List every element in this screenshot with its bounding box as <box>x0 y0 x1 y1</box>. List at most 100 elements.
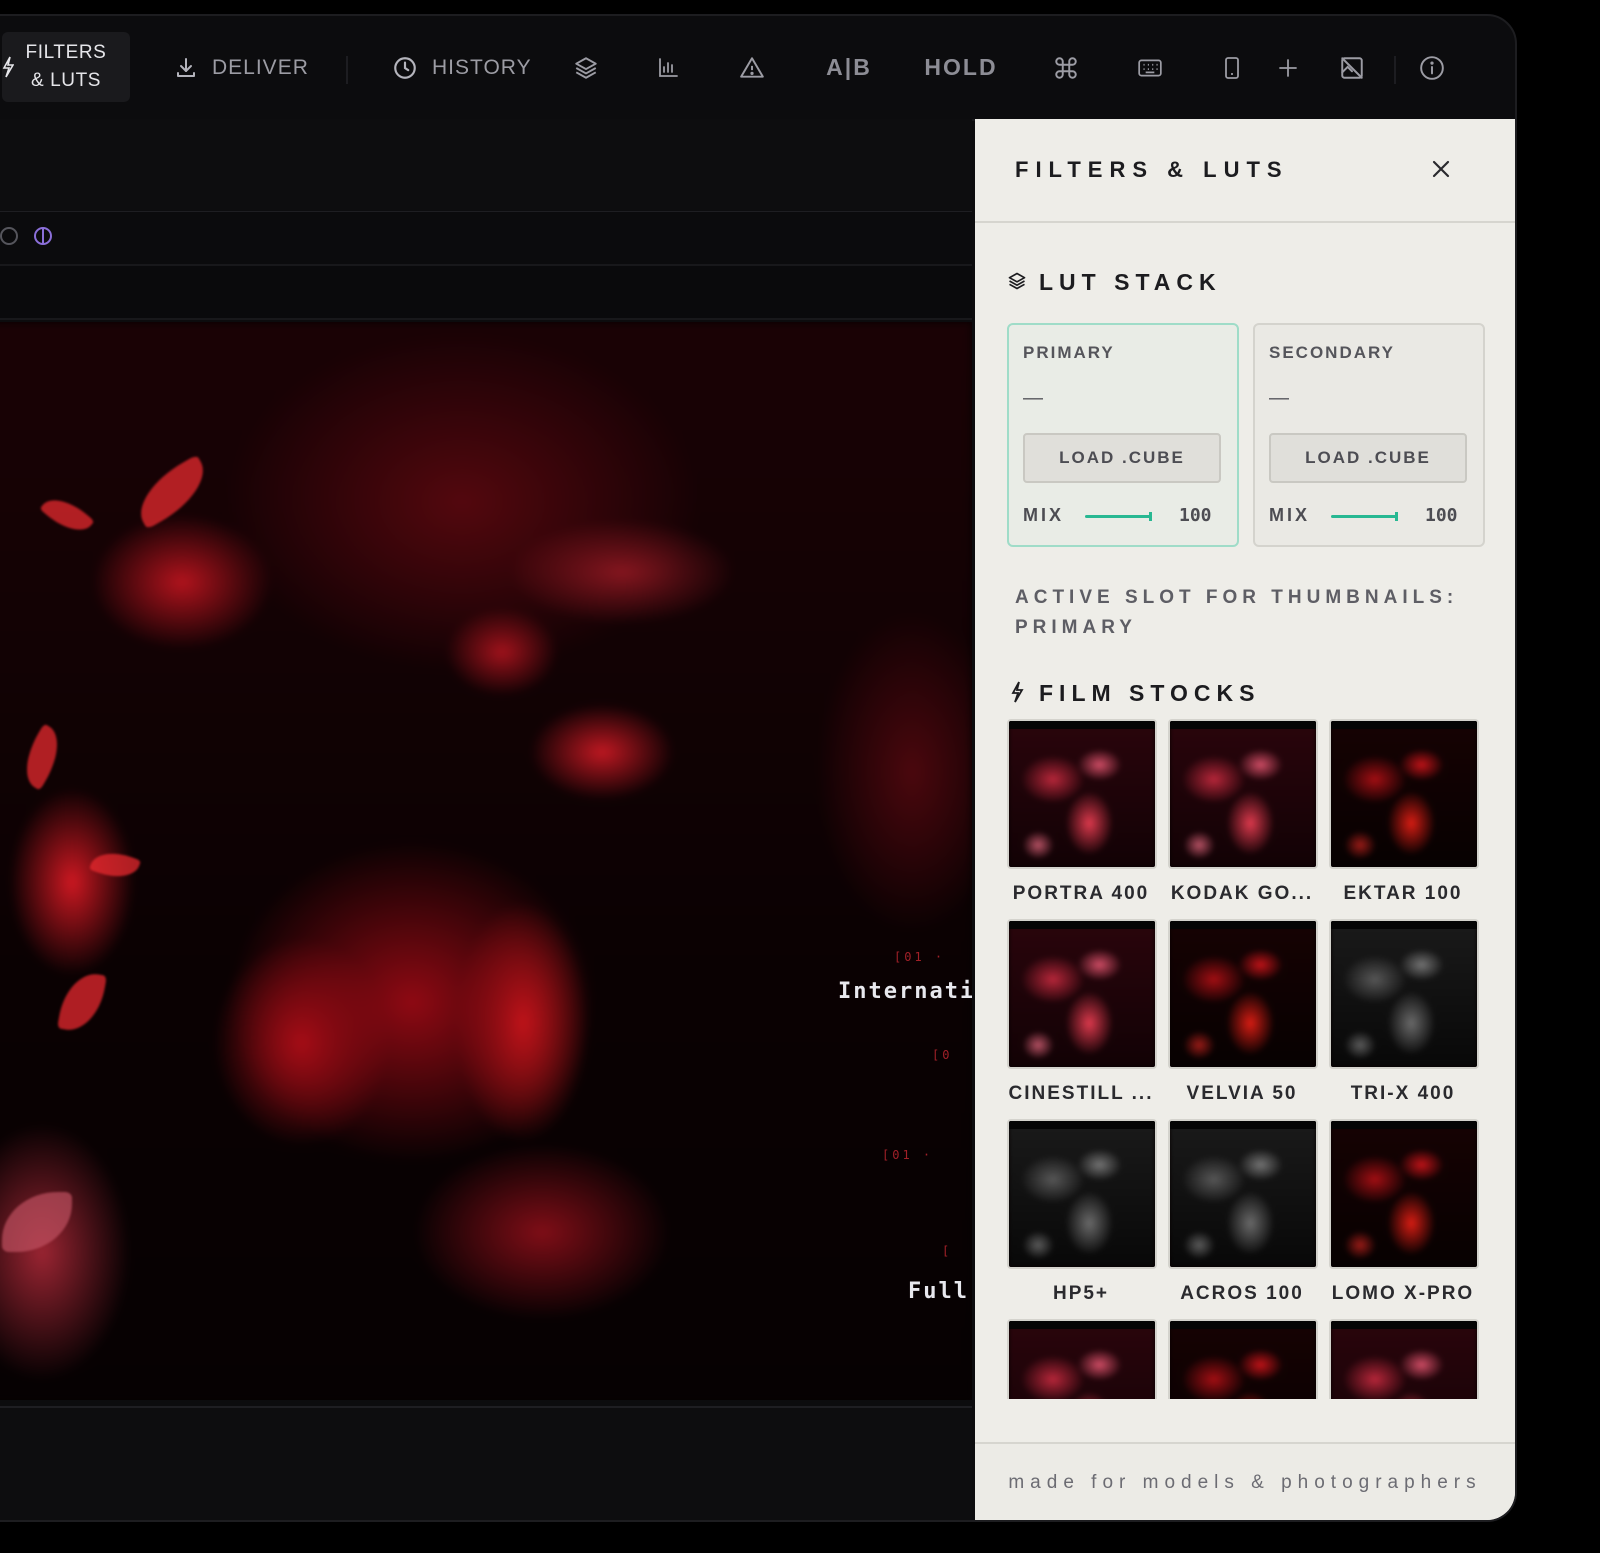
film-stock-thumbnail[interactable] <box>1007 919 1157 1069</box>
filters-label-line1: FILTERS <box>25 42 107 63</box>
thumbnail-top-bar <box>1009 721 1155 729</box>
thumbnail-top-bar <box>1170 1321 1316 1329</box>
add-button[interactable] <box>1268 16 1308 119</box>
info-strip <box>0 266 972 320</box>
info-icon <box>1420 55 1444 80</box>
slider-handle[interactable] <box>1395 512 1398 521</box>
film-stock-label: VELVIA 50 <box>1186 1083 1298 1104</box>
panel-title: FILTERS & LUTS <box>1015 157 1289 182</box>
thumbnail-top-bar <box>1009 1121 1155 1129</box>
hide-image-button[interactable] <box>1332 16 1372 119</box>
thumbnail-top-bar <box>1170 1121 1316 1129</box>
slot-lut-name: — <box>1023 387 1043 409</box>
thumbnail-top-bar <box>1331 921 1477 929</box>
thumbnail-image <box>1331 921 1477 1067</box>
film-stock-tile[interactable]: TRI-X 400 <box>1329 919 1479 1105</box>
hold-button[interactable]: HOLD <box>916 16 1006 119</box>
primary-slot[interactable]: PRIMARY — LOAD .CUBE MIX 100 <box>1007 323 1239 547</box>
slot-label: PRIMARY <box>1023 343 1115 362</box>
mix-slider-secondary[interactable] <box>1331 512 1398 521</box>
load-cube-button-primary[interactable]: LOAD .CUBE <box>1023 433 1221 483</box>
command-icon <box>1055 56 1077 79</box>
film-stock-thumbnail[interactable] <box>1007 1119 1157 1269</box>
top-toolbar: FILTERS & LUTS DELIVER HISTORY A|B HOLD <box>0 16 1515 121</box>
film-stock-label: PORTRA 400 <box>1012 883 1150 904</box>
keyboard-button[interactable] <box>1130 16 1170 119</box>
image-off-icon <box>1341 56 1363 79</box>
mix-value: 100 <box>1425 505 1458 526</box>
thumbnail-top-bar <box>1331 1321 1477 1329</box>
film-stock-thumbnail[interactable] <box>1329 1119 1479 1269</box>
thumbnail-top-bar <box>1331 1121 1477 1129</box>
secondary-toolbar <box>0 119 972 213</box>
film-stock-label: CINESTILL ... <box>1008 1083 1154 1104</box>
circle-tool-icon[interactable] <box>0 227 18 245</box>
film-stock-thumbnail[interactable] <box>1329 919 1479 1069</box>
layers-button[interactable] <box>566 16 606 119</box>
film-stock-tile[interactable] <box>1007 1319 1157 1399</box>
active-slot-note: ACTIVE SLOT FOR THUMBNAILS: PRIMARY <box>1015 587 1459 638</box>
film-stock-tile[interactable]: KODAK GO... <box>1168 719 1318 905</box>
film-stock-thumbnail[interactable] <box>1007 1319 1157 1399</box>
film-stock-tile[interactable]: ACROS 100 <box>1168 1119 1318 1305</box>
plus-icon <box>1279 58 1297 77</box>
history-button[interactable]: HISTORY <box>392 16 532 119</box>
film-stock-thumbnail[interactable] <box>1168 1319 1318 1399</box>
deliver-button[interactable]: DELIVER <box>174 16 309 119</box>
filters-luts-panel: FILTERS & LUTS LUT STACK PRIMARY — LOAD … <box>975 119 1515 1520</box>
film-stock-thumbnail[interactable] <box>1168 919 1318 1069</box>
slot-lut-name: — <box>1269 387 1289 409</box>
bolt-icon <box>2 56 14 78</box>
film-stock-thumbnail[interactable] <box>1329 719 1479 869</box>
mix-slider-primary[interactable] <box>1085 512 1152 521</box>
tool-strip <box>0 212 972 266</box>
film-stock-thumbnail[interactable] <box>1168 1119 1318 1269</box>
split-view-icon[interactable] <box>33 226 53 246</box>
film-stock-tile[interactable]: PORTRA 400 <box>1007 719 1157 905</box>
device-preview-button[interactable] <box>1212 16 1252 119</box>
thumbnail-image <box>1170 921 1316 1067</box>
command-button[interactable] <box>1046 16 1086 119</box>
bar-chart-icon <box>659 57 678 77</box>
filters-luts-button[interactable]: FILTERS & LUTS <box>2 32 130 102</box>
mix-label: MIX <box>1269 505 1311 525</box>
panel-footer: made for models & photographers <box>975 1442 1515 1520</box>
mix-label: MIX <box>1023 505 1065 525</box>
panel-header: FILTERS & LUTS <box>975 119 1515 223</box>
layers-icon <box>1008 272 1026 290</box>
ab-compare-button[interactable]: A|B <box>814 16 884 119</box>
film-stock-tile[interactable] <box>1329 1319 1479 1399</box>
film-stock-tile[interactable]: HP5+ <box>1007 1119 1157 1305</box>
download-icon <box>177 57 195 77</box>
film-stock-label: HP5+ <box>1052 1283 1110 1304</box>
warning-button[interactable] <box>732 16 772 119</box>
overlay-text-line2: Full <box>908 1279 969 1304</box>
film-stock-tile[interactable]: VELVIA 50 <box>1168 919 1318 1105</box>
thumbnail-image <box>1331 721 1477 867</box>
film-stock-label: KODAK GO... <box>1170 883 1314 904</box>
thumbnail-image <box>1009 1321 1155 1399</box>
hold-label: HOLD <box>924 54 998 80</box>
image-canvas[interactable]: [01 · Internatio [0 [01 · [ Full <box>0 322 972 1400</box>
film-stock-tile[interactable] <box>1168 1319 1318 1399</box>
close-icon[interactable] <box>1431 159 1451 179</box>
film-stock-thumbnail[interactable] <box>1168 719 1318 869</box>
secondary-slot[interactable]: SECONDARY — LOAD .CUBE MIX 100 <box>1253 323 1485 547</box>
keyboard-icon <box>1138 59 1162 76</box>
thumbnail-top-bar <box>1009 921 1155 929</box>
info-button[interactable] <box>1412 16 1452 119</box>
footer-tagline: made for models & photographers <box>1008 1472 1482 1493</box>
histogram-button[interactable] <box>648 16 688 119</box>
slider-handle[interactable] <box>1149 512 1152 521</box>
bolt-icon <box>1011 681 1024 703</box>
film-stock-thumbnail[interactable] <box>1007 719 1157 869</box>
slot-label: SECONDARY <box>1269 343 1395 362</box>
overlay-text-line1: Internatio <box>838 979 972 1004</box>
film-stock-tile[interactable]: CINESTILL ... <box>1007 919 1157 1105</box>
film-stock-tile[interactable]: LOMO X-PRO <box>1329 1119 1479 1305</box>
load-cube-button-secondary[interactable]: LOAD .CUBE <box>1269 433 1467 483</box>
layers-icon <box>575 56 597 79</box>
history-label: HISTORY <box>432 55 532 79</box>
film-stock-thumbnail[interactable] <box>1329 1319 1479 1399</box>
film-stock-tile[interactable]: EKTAR 100 <box>1329 719 1479 905</box>
